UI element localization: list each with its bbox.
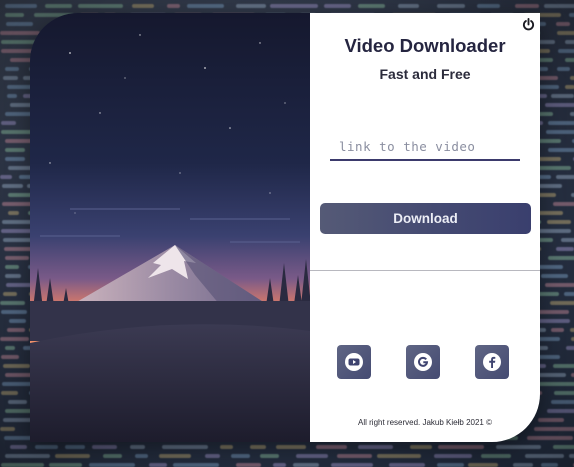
facebook-icon [483, 353, 501, 371]
app-subtitle: Fast and Free [379, 66, 471, 82]
app-card: Video Downloader Fast and Free Download [30, 13, 540, 442]
google-button[interactable] [406, 345, 440, 379]
power-button[interactable] [519, 15, 537, 33]
divider [310, 270, 540, 271]
google-icon [414, 353, 432, 371]
copyright-footer: All right reserved. Jakub Kiełb 2021 © [358, 418, 492, 427]
mountain-illustration [30, 13, 310, 442]
download-panel: Video Downloader Fast and Free Download [310, 13, 540, 442]
download-button[interactable]: Download [320, 203, 531, 234]
app-title: Video Downloader [344, 35, 506, 56]
youtube-icon [345, 353, 363, 371]
youtube-button[interactable] [337, 345, 371, 379]
video-link-input[interactable] [330, 133, 520, 161]
power-icon [522, 17, 534, 30]
social-links [337, 345, 511, 379]
facebook-button[interactable] [475, 345, 509, 379]
